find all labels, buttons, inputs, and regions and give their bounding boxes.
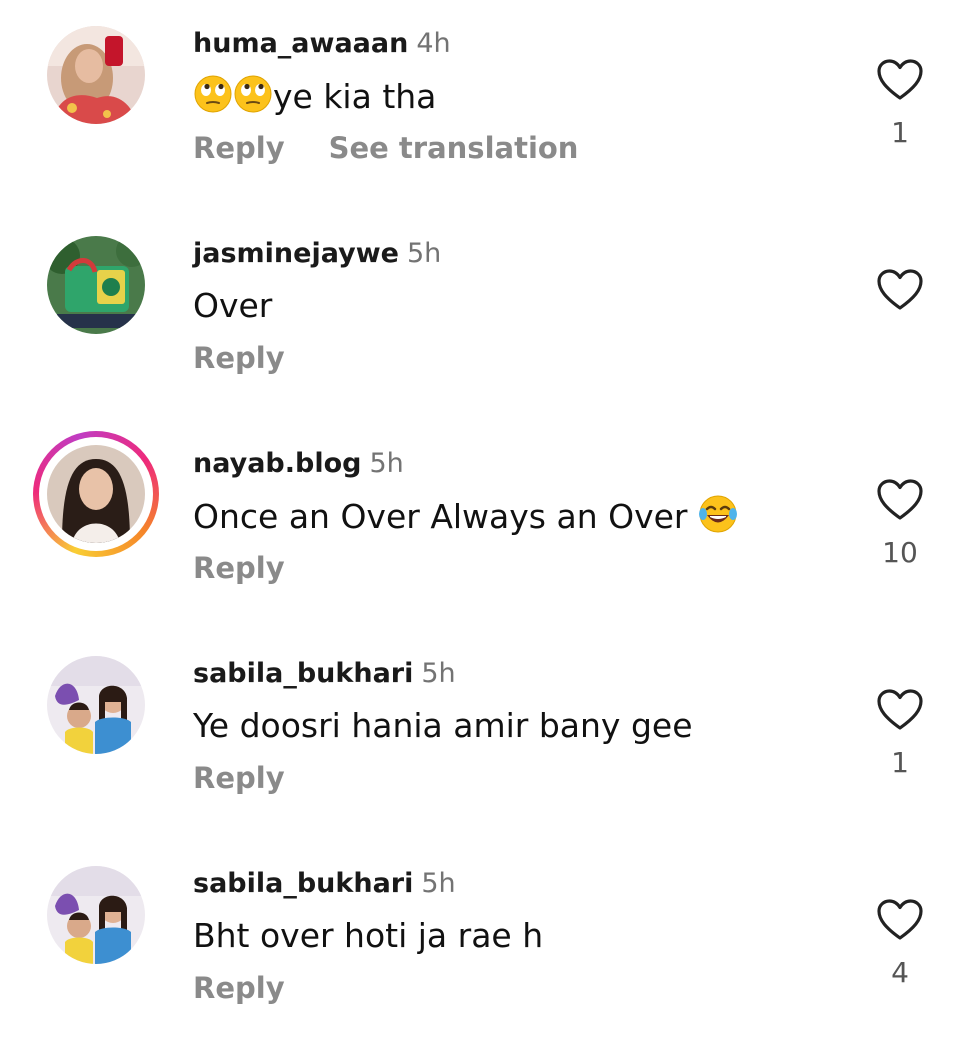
comment-item: sabila_bukhari 5h Bht over hoti ja rae h … — [0, 840, 975, 1050]
avatar[interactable] — [47, 866, 145, 964]
username[interactable]: sabila_bukhari — [193, 658, 413, 689]
comment-actions: Reply — [193, 548, 285, 588]
username[interactable]: nayab.blog — [193, 448, 361, 479]
heart-outline-icon[interactable] — [876, 268, 924, 312]
comment-text: Over — [193, 284, 272, 328]
like-count: 1 — [891, 116, 909, 149]
avatar[interactable] — [47, 26, 145, 124]
reply-button[interactable]: Reply — [193, 968, 285, 1008]
comment-text: Bht over hoti ja rae h — [193, 914, 543, 958]
timestamp: 5h — [421, 658, 456, 689]
like-column: 10 — [870, 478, 930, 570]
comment-item: sabila_bukhari 5h Ye doosri hania amir ba… — [0, 630, 975, 840]
like-column: 1 — [870, 688, 930, 780]
comment-item: nayab.blog 5h Once an Over Always an Over… — [0, 420, 975, 630]
avatar — [47, 445, 145, 543]
like-column: 1 — [870, 58, 930, 150]
like-count: 10 — [882, 536, 918, 569]
timestamp: 5h — [421, 868, 456, 899]
heart-outline-icon[interactable] — [876, 898, 924, 942]
comment-header: huma_awaaan 4h — [193, 26, 451, 62]
comment-text: ye kia tha — [193, 74, 436, 119]
comment-text: Ye doosri hania amir bany gee — [193, 704, 693, 748]
tears-of-joy-emoji-icon — [698, 494, 738, 534]
reply-button[interactable]: Reply — [193, 338, 285, 378]
comment-header: sabila_bukhari 5h — [193, 656, 456, 692]
see-translation-button[interactable]: See translation — [329, 128, 579, 168]
timestamp: 5h — [369, 448, 404, 479]
reply-button[interactable]: Reply — [193, 548, 285, 588]
comment-header: sabila_bukhari 5h — [193, 866, 456, 902]
avatar-story-ring[interactable] — [33, 431, 159, 557]
reply-button[interactable]: Reply — [193, 128, 285, 168]
avatar-image — [47, 236, 145, 334]
comment-body: Over — [193, 286, 273, 325]
username[interactable]: sabila_bukhari — [193, 868, 413, 899]
avatar-image — [47, 26, 145, 124]
avatar-image — [47, 656, 145, 754]
comment-actions: Reply — [193, 968, 285, 1008]
timestamp: 5h — [406, 238, 442, 269]
avatar-image — [47, 866, 145, 964]
comment-body: Ye doosri hania amir bany gee — [193, 706, 693, 745]
reply-button[interactable]: Reply — [193, 758, 285, 798]
comment-actions: Reply — [193, 338, 285, 378]
comment-item: huma_awaaan 4h ye kia tha Reply See tran… — [0, 0, 975, 210]
heart-outline-icon[interactable] — [876, 688, 924, 732]
comment-text: Once an Over Always an Over — [193, 494, 738, 539]
avatar[interactable] — [47, 656, 145, 754]
username[interactable]: huma_awaaan — [193, 28, 408, 59]
avatar-image — [47, 445, 145, 543]
comment-header: jasminejaywe 5h — [193, 236, 441, 272]
like-column — [870, 268, 930, 312]
username[interactable]: jasminejaywe — [193, 238, 399, 269]
comment-body: ye kia tha — [273, 77, 437, 116]
like-count: 4 — [891, 956, 909, 989]
comment-body: Bht over hoti ja rae h — [193, 916, 544, 955]
like-count: 1 — [891, 746, 909, 779]
like-column: 4 — [870, 898, 930, 990]
timestamp: 4h — [416, 28, 451, 59]
comment-body: Once an Over Always an Over — [193, 497, 688, 536]
comment-actions: Reply See translation — [193, 128, 578, 168]
heart-outline-icon[interactable] — [876, 478, 924, 522]
rolling-eyes-emoji-icon — [193, 74, 233, 114]
comment-item: jasminejaywe 5h Over Reply — [0, 210, 975, 420]
rolling-eyes-emoji-icon — [233, 74, 273, 114]
avatar[interactable] — [47, 236, 145, 334]
comment-actions: Reply — [193, 758, 285, 798]
comment-header: nayab.blog 5h — [193, 446, 404, 482]
heart-outline-icon[interactable] — [876, 58, 924, 102]
